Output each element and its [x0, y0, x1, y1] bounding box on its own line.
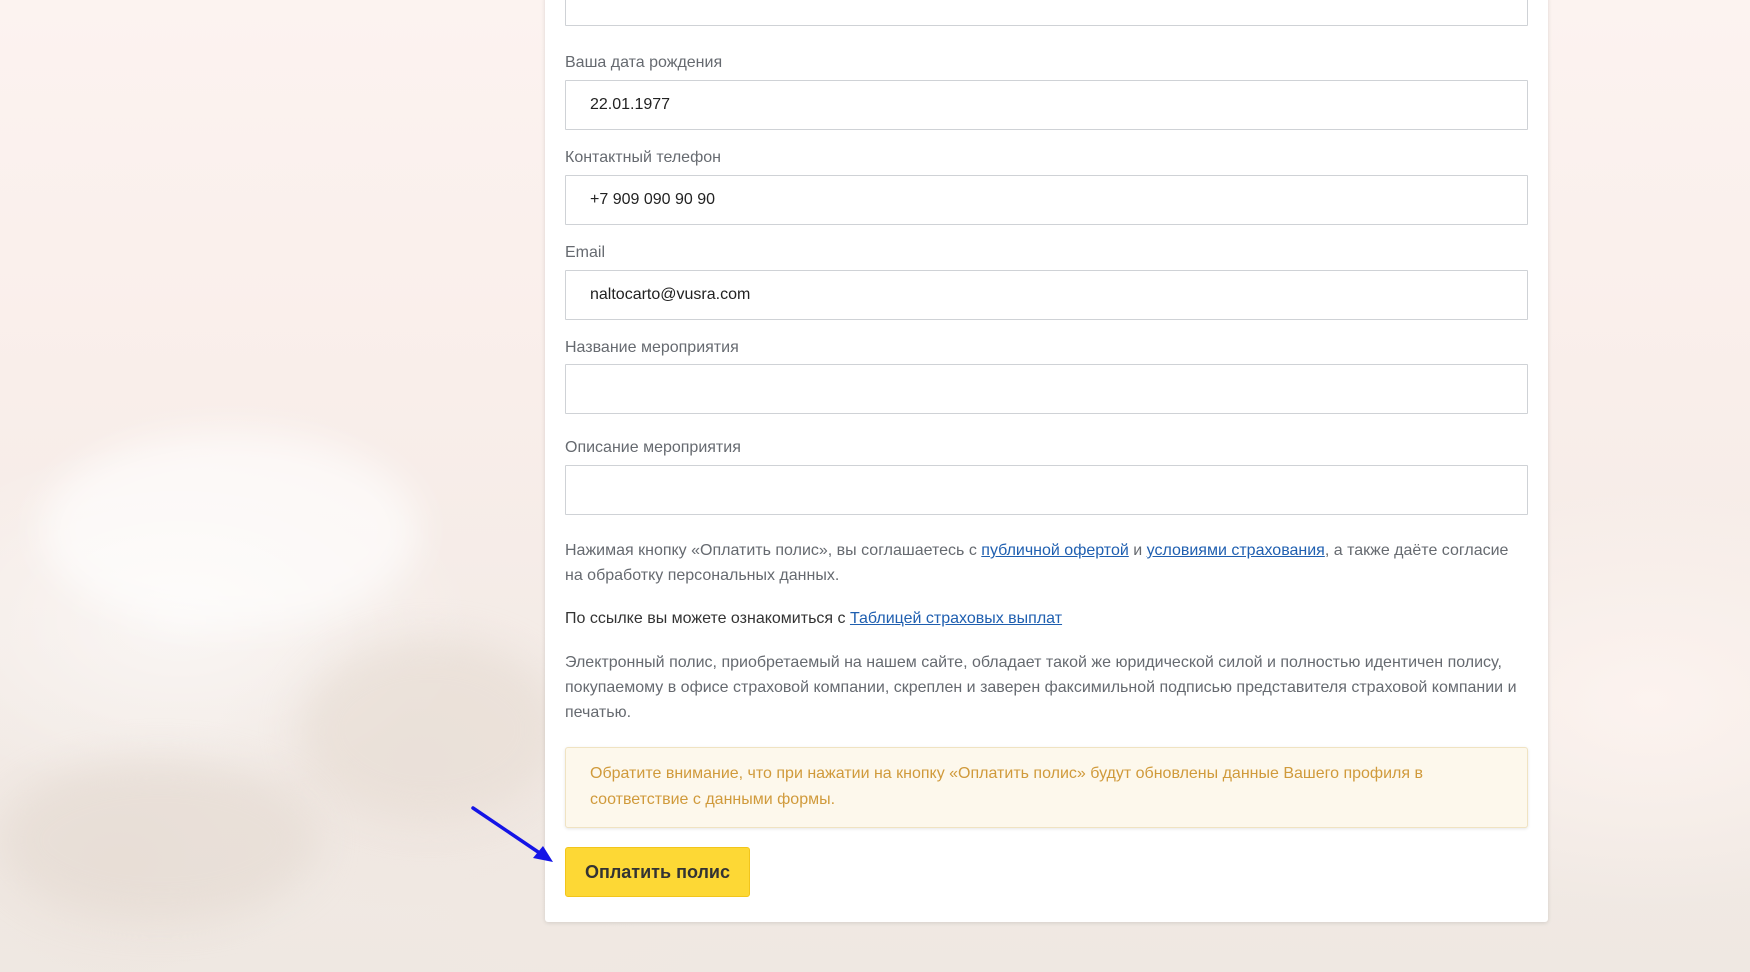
birthdate-input[interactable]: [565, 80, 1528, 130]
email-label: Email: [565, 244, 606, 261]
background-blur-2: [300, 640, 560, 820]
birthdate-label: Ваша дата рождения: [565, 54, 723, 71]
agreement-text-before: Нажимая кнопку «Оплатить полис», вы согл…: [565, 542, 982, 559]
event-description-input[interactable]: [565, 465, 1528, 515]
pay-policy-button[interactable]: Оплатить полис: [565, 847, 750, 897]
event-name-input[interactable]: [565, 364, 1528, 414]
background-blur-3: [0, 760, 320, 920]
policy-form-card: Ваша дата рождения Контактный телефон Em…: [545, 0, 1548, 922]
event-description-label: Описание мероприятия: [565, 439, 741, 456]
event-name-label: Название мероприятия: [565, 339, 739, 356]
payouts-text-before: По ссылке вы можете ознакомиться с: [565, 610, 850, 627]
profile-update-notice: Обратите внимание, что при нажатии на кн…: [565, 747, 1528, 828]
previous-field-input[interactable]: [565, 0, 1528, 26]
payout-table-link[interactable]: Таблицей страховых выплат: [850, 610, 1062, 627]
arrow-icon: [471, 806, 553, 862]
phone-label: Контактный телефон: [565, 149, 721, 166]
email-input[interactable]: [565, 270, 1528, 320]
public-offer-link[interactable]: публичной офертой: [981, 542, 1129, 559]
agreement-text: Нажимая кнопку «Оплатить полис», вы согл…: [565, 538, 1525, 588]
phone-input[interactable]: [565, 175, 1528, 225]
insurance-terms-link[interactable]: условиями страхования: [1147, 542, 1325, 559]
legal-note: Электронный полис, приобретаемый на наше…: [565, 654, 1517, 721]
agreement-text-and: и: [1128, 542, 1147, 559]
background-blur-1: [40, 430, 420, 630]
payouts-text: По ссылке вы можете ознакомиться с Табли…: [565, 606, 1525, 631]
